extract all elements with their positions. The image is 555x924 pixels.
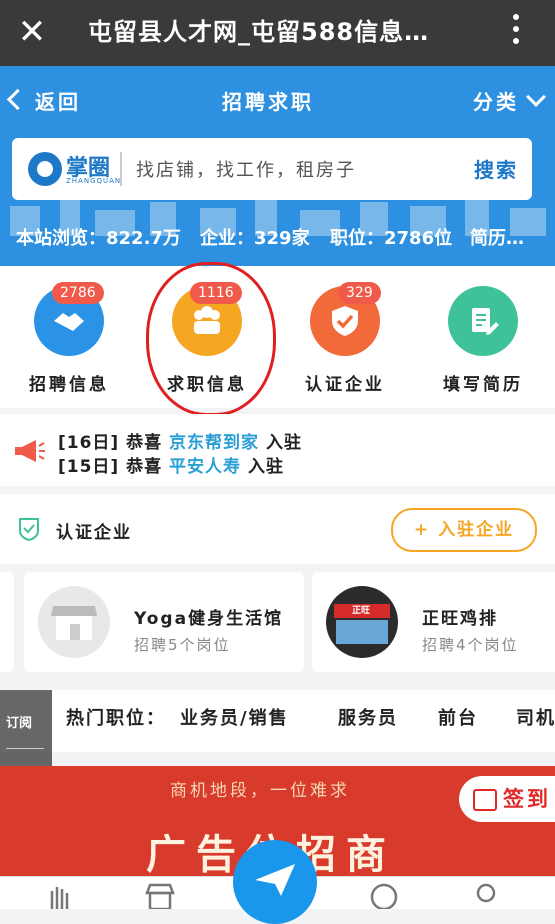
stat-resumes: 简历… <box>470 228 524 249</box>
divider <box>6 748 44 749</box>
notice-company: 京东帮到家 <box>169 433 260 453</box>
sign-in-button[interactable]: 签到 <box>459 776 555 822</box>
notice-date: [16日] <box>58 433 120 453</box>
certified-section-header: 认证企业 + 入驻企业 <box>0 494 555 564</box>
subscribe-button[interactable]: 订阅 <box>6 712 32 731</box>
notice-company: 平安人寿 <box>169 457 242 477</box>
notice-suffix: 入驻 <box>265 433 302 453</box>
notice-ticker: [16日] 恭喜 京东帮到家 入驻 [15日] 恭喜 平安人寿 入驻 <box>0 414 555 486</box>
notice-item[interactable]: [15日] 恭喜 平安人寿 入驻 <box>58 452 284 477</box>
sign-in-label: 签到 <box>503 787 551 811</box>
notice-prefix: 恭喜 <box>126 457 163 477</box>
hot-job-tag[interactable]: 司机 <box>516 704 555 730</box>
logo-subtext: ZHANGQUAN <box>66 177 122 185</box>
category-label: 分类 <box>473 90 519 114</box>
stat-jobs: 职位：2786位 <box>330 228 453 249</box>
more-options-icon[interactable] <box>513 14 521 50</box>
entry-certified[interactable]: 329 认证企业 <box>276 266 414 408</box>
hot-job-tag[interactable]: 前台 <box>438 704 478 730</box>
paper-plane-icon <box>255 864 295 896</box>
stat-pageviews: 本站浏览：822.7万 <box>16 228 181 249</box>
company-card[interactable]: Yoga健身生活馆 招聘5个岗位 <box>24 572 304 672</box>
chevron-down-icon <box>526 87 546 107</box>
badge-count: 329 <box>338 282 381 304</box>
company-card-partial[interactable] <box>0 572 14 672</box>
page-title: 招聘求职 <box>222 90 314 114</box>
window-title-bar: ✕ 屯留县人才网_屯留588信息… <box>0 0 555 66</box>
brand-logo: 掌圈 ZHANGQUAN <box>28 148 122 190</box>
hot-jobs-label: 热门职位： <box>66 708 166 729</box>
category-dropdown[interactable]: 分类 <box>473 86 546 115</box>
notice-prefix: 恭喜 <box>126 433 163 453</box>
publish-fab-button[interactable] <box>233 840 317 924</box>
entry-label: 认证企业 <box>305 375 385 395</box>
section-title: 认证企业 <box>56 523 132 543</box>
calendar-icon <box>473 789 497 811</box>
notice-suffix: 入驻 <box>247 457 284 477</box>
divider <box>120 152 122 186</box>
back-button[interactable]: 返回 <box>6 86 81 115</box>
header-hero: 返回 招聘求职 分类 掌圈 ZHANGQUAN 找店铺，找工作，租房子 搜索 本… <box>0 66 555 266</box>
close-icon[interactable]: ✕ <box>14 12 50 52</box>
hot-jobs-bar: 热门职位： 业务员/销售 服务员 前台 司机 <box>0 690 555 752</box>
highlight-circle <box>146 262 276 416</box>
stat-companies: 企业：329家 <box>200 228 310 249</box>
search-input[interactable]: 找店铺，找工作，租房子 <box>136 156 356 182</box>
nav-bar: 返回 招聘求职 分类 <box>0 66 555 136</box>
logo-mark-icon <box>28 152 62 186</box>
entry-recruit[interactable]: 2786 招聘信息 <box>0 266 138 408</box>
hot-job-tag[interactable]: 业务员/销售 <box>180 704 289 730</box>
quick-entries: 2786 招聘信息 1116 求职信息 329 认证企业 填写简历 <box>0 266 555 408</box>
ad-subtitle: 商机地段，一位难求 <box>170 781 350 801</box>
notice-date: [15日] <box>58 457 120 477</box>
megaphone-icon <box>15 440 45 462</box>
company-job-count: 招聘5个岗位 <box>134 636 231 654</box>
badge-count: 2786 <box>52 282 104 304</box>
search-button[interactable]: 搜索 <box>474 154 518 183</box>
chevron-left-icon <box>6 88 29 111</box>
shop-sign-text: 正旺 <box>352 606 371 616</box>
site-stats: 本站浏览：822.7万 企业：329家 职位：2786位 简历… <box>0 224 555 254</box>
shield-outline-icon <box>19 518 39 541</box>
hot-job-tag[interactable]: 服务员 <box>338 704 398 730</box>
entry-fill-resume[interactable]: 填写简历 <box>414 266 552 408</box>
edit-document-icon <box>448 286 518 356</box>
store-icon <box>38 586 110 658</box>
entry-label: 招聘信息 <box>29 375 109 395</box>
entry-label: 填写简历 <box>443 375 523 395</box>
tab-user-icon[interactable] <box>470 881 502 909</box>
search-bar: 掌圈 ZHANGQUAN 找店铺，找工作，租房子 搜索 <box>12 138 532 200</box>
tab-hand-icon[interactable] <box>44 881 76 909</box>
join-company-button[interactable]: + 入驻企业 <box>391 508 537 552</box>
tab-globe-icon[interactable] <box>368 881 400 911</box>
notice-item[interactable]: [16日] 恭喜 京东帮到家 入驻 <box>58 428 302 453</box>
tab-store-icon[interactable] <box>144 881 176 911</box>
back-label: 返回 <box>35 90 81 114</box>
company-job-count: 招聘4个岗位 <box>422 636 519 654</box>
company-photo: 正旺 <box>326 586 398 658</box>
company-name: Yoga健身生活馆 <box>134 609 284 629</box>
company-carousel[interactable]: Yoga健身生活馆 招聘5个岗位 正旺 正旺鸡排 招聘4个岗位 <box>0 564 555 676</box>
company-card[interactable]: 正旺 正旺鸡排 招聘4个岗位 <box>312 572 555 672</box>
window-title: 屯留县人才网_屯留588信息… <box>88 18 430 46</box>
company-name: 正旺鸡排 <box>422 609 498 629</box>
